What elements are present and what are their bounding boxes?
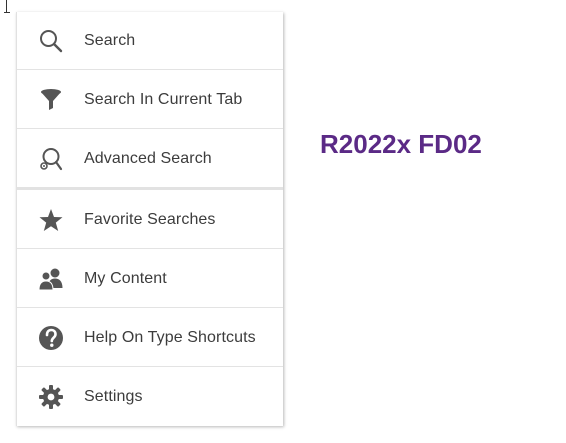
menu-item-settings[interactable]: Settings [17,368,283,426]
menu-item-label: My Content [84,269,167,287]
star-icon [38,207,64,233]
advanced-search-icon [38,146,64,172]
menu-item-my-content[interactable]: My Content [17,250,283,308]
filter-icon [38,87,64,113]
menu-item-label: Favorite Searches [84,210,216,228]
menu-item-label: Advanced Search [84,149,212,167]
help-icon [38,325,64,351]
menu-item-help-on-type-shortcuts[interactable]: Help On Type Shortcuts [17,309,283,367]
menu-item-advanced-search[interactable]: Advanced Search [17,130,283,190]
menu-item-label: Settings [84,388,143,405]
gear-icon [38,384,64,410]
search-icon [38,28,64,54]
search-menu: Search Search In Current Tab Advanced Se… [16,12,283,426]
text-cursor-icon [4,0,10,14]
menu-item-label: Help On Type Shortcuts [84,328,256,346]
menu-item-favorite-searches[interactable]: Favorite Searches [17,191,283,249]
menu-item-search[interactable]: Search [17,12,283,70]
version-label: R2022x FD02 [320,129,482,159]
menu-item-search-in-current-tab[interactable]: Search In Current Tab [17,71,283,129]
menu-item-label: Search In Current Tab [84,90,243,108]
users-icon [38,266,64,292]
menu-item-label: Search [84,31,136,49]
